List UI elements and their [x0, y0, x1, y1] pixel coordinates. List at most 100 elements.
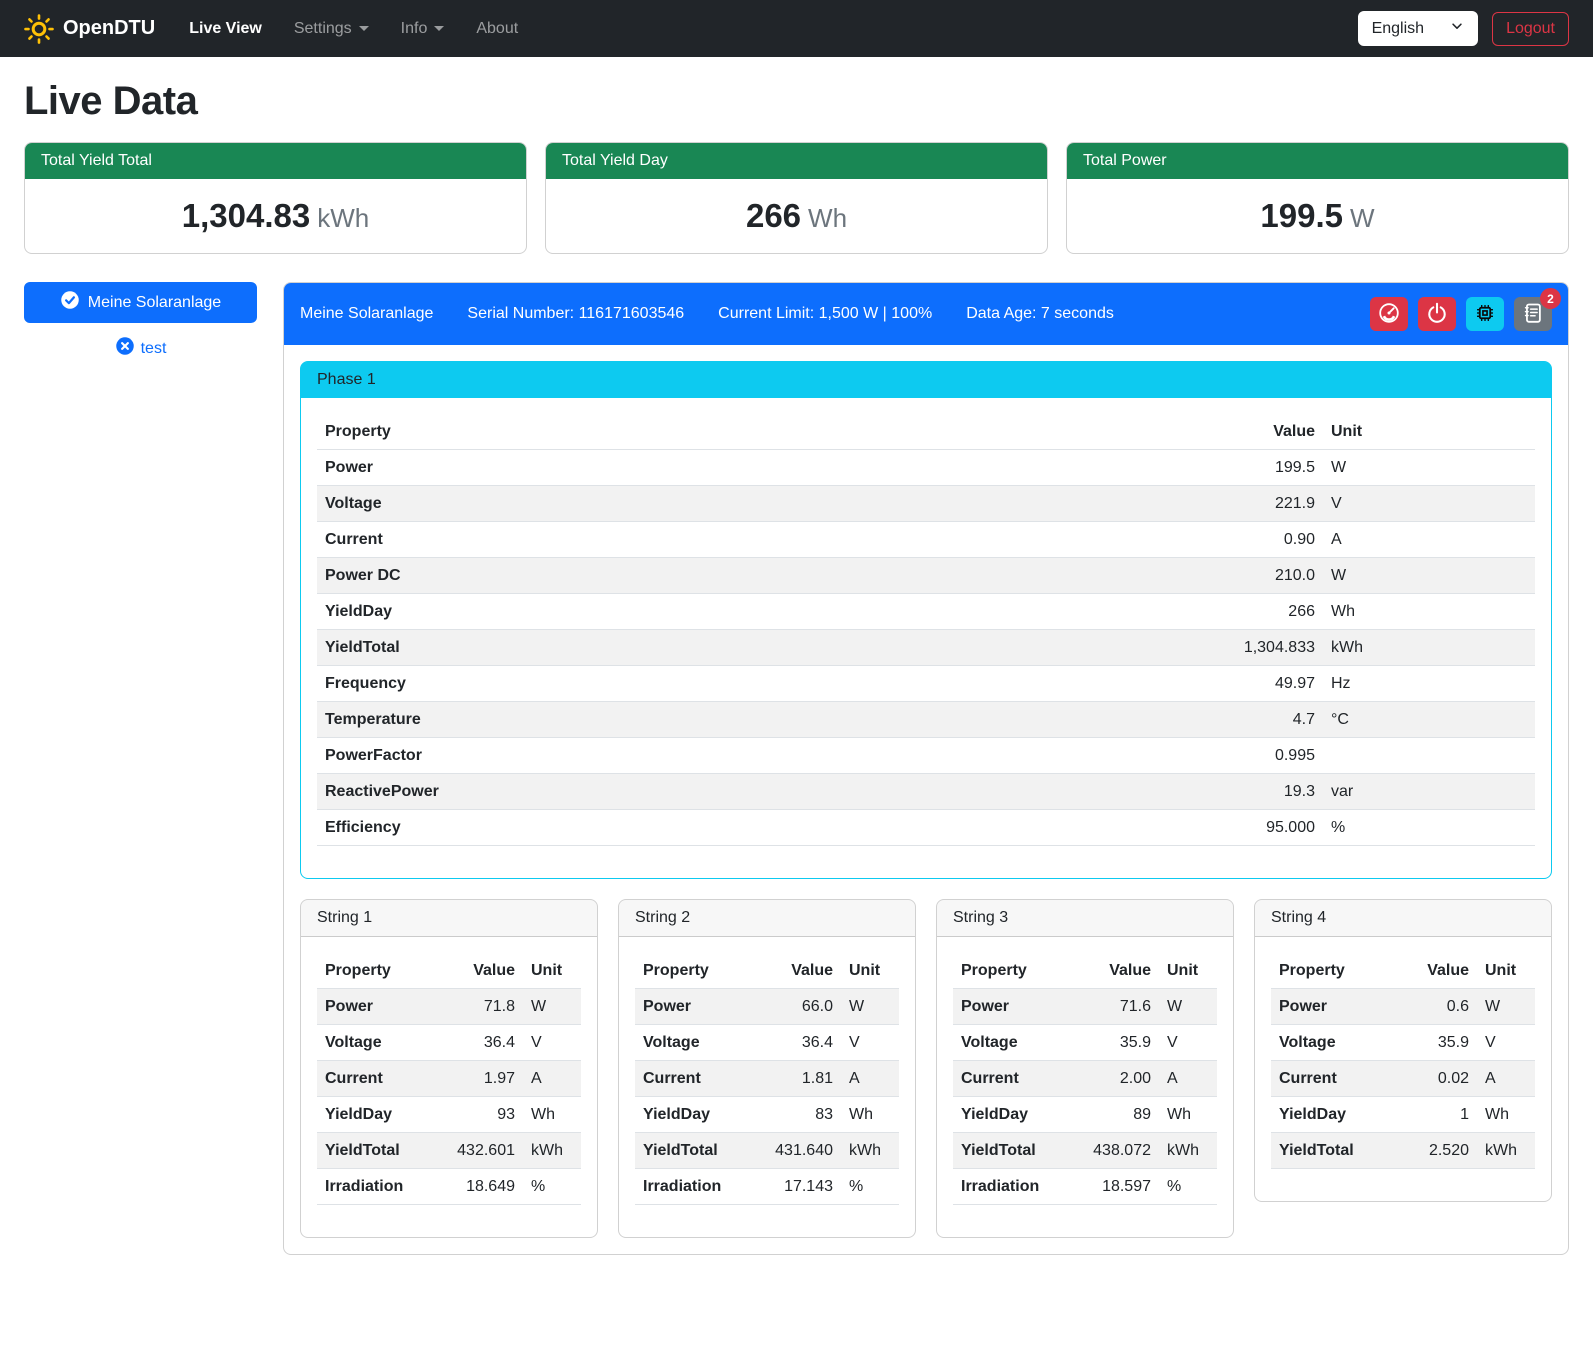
device-info-button[interactable]: [1466, 297, 1504, 331]
table-row: Power 71.6 W: [953, 989, 1217, 1025]
unit-cell: V: [841, 1025, 899, 1061]
table-row: YieldDay 1 Wh: [1271, 1097, 1535, 1133]
value-unit: Wh: [808, 203, 847, 233]
table-row: YieldDay 89 Wh: [953, 1097, 1217, 1133]
unit-cell: %: [1159, 1169, 1217, 1205]
column-value: Value: [1375, 953, 1477, 989]
unit-cell: Wh: [1477, 1097, 1535, 1133]
chevron-down-icon: [359, 26, 369, 31]
logout-button[interactable]: Logout: [1492, 12, 1569, 46]
table-row: Power 66.0 W: [635, 989, 899, 1025]
table-row: YieldTotal 438.072 kWh: [953, 1133, 1217, 1169]
string-card-title: String 1: [301, 900, 597, 937]
page-title: Live Data: [24, 79, 1569, 124]
column-unit: Unit: [1159, 953, 1217, 989]
column-property: Property: [1271, 953, 1375, 989]
inverter-name: Meine Solaranlage: [300, 305, 433, 323]
property-cell: YieldDay: [635, 1097, 739, 1133]
event-log-button[interactable]: 2: [1514, 297, 1552, 331]
table-row: Voltage 221.9 V: [317, 486, 1535, 522]
sidebar-item-test-inverter[interactable]: test: [24, 336, 257, 361]
property-cell: YieldTotal: [317, 1133, 421, 1169]
nav-item-info[interactable]: Info: [385, 12, 461, 46]
value-cell: 89: [1057, 1097, 1159, 1133]
property-cell: YieldDay: [953, 1097, 1057, 1133]
value-cell: 35.9: [1375, 1025, 1477, 1061]
unit-cell: %: [1323, 810, 1535, 846]
inverter-select-label: Meine Solaranlage: [88, 294, 221, 312]
unit-cell: [1323, 738, 1535, 774]
column-value: Value: [1213, 414, 1323, 450]
power-toggle-button[interactable]: [1418, 297, 1456, 331]
value-unit: W: [1350, 203, 1375, 233]
property-cell: Current: [317, 1061, 421, 1097]
property-cell: Current: [953, 1061, 1057, 1097]
property-cell: Current: [1271, 1061, 1375, 1097]
string-data-table: Property Value Unit Power: [635, 953, 899, 1205]
unit-cell: kWh: [841, 1133, 899, 1169]
value-cell: 199.5: [1213, 450, 1323, 486]
value-cell: 35.9: [1057, 1025, 1159, 1061]
navbar: OpenDTU Live View Settings Info About En…: [0, 0, 1593, 57]
nav-item-settings[interactable]: Settings: [278, 12, 385, 46]
column-unit: Unit: [1477, 953, 1535, 989]
column-unit: Unit: [523, 953, 581, 989]
inverter-select-button[interactable]: Meine Solaranlage: [24, 282, 257, 323]
property-cell: YieldDay: [317, 1097, 421, 1133]
language-select[interactable]: English: [1358, 11, 1478, 46]
property-cell: Voltage: [1271, 1025, 1375, 1061]
table-header-row: Property Value Unit: [317, 953, 581, 989]
card-value: 266Wh: [546, 179, 1047, 253]
unit-cell: W: [1477, 989, 1535, 1025]
nav-item-settings-label: Settings: [294, 20, 352, 38]
column-unit: Unit: [841, 953, 899, 989]
value-cell: 0.90: [1213, 522, 1323, 558]
nav-item-about[interactable]: About: [460, 12, 534, 46]
property-cell: Temperature: [317, 702, 1213, 738]
brand[interactable]: OpenDTU: [24, 14, 155, 44]
table-row: YieldTotal 1,304.833 kWh: [317, 630, 1535, 666]
string-card-body: Property Value Unit Power: [619, 937, 915, 1237]
value-cell: 36.4: [739, 1025, 841, 1061]
value-cell: 83: [739, 1097, 841, 1133]
limit-settings-button[interactable]: [1370, 297, 1408, 331]
value-number: 199.5: [1260, 197, 1343, 234]
table-row: ReactivePower 19.3 var: [317, 774, 1535, 810]
table-row: Temperature 4.7 °C: [317, 702, 1535, 738]
value-cell: 2.520: [1375, 1133, 1477, 1169]
property-cell: Voltage: [317, 486, 1213, 522]
table-row: Power DC 210.0 W: [317, 558, 1535, 594]
value-cell: 1: [1375, 1097, 1477, 1133]
value-cell: 71.6: [1057, 989, 1159, 1025]
string-card-title: String 4: [1255, 900, 1551, 937]
table-row: Current 1.97 A: [317, 1061, 581, 1097]
unit-cell: W: [1323, 558, 1535, 594]
value-cell: 19.3: [1213, 774, 1323, 810]
card-header: Total Power: [1067, 143, 1568, 179]
unit-cell: W: [1159, 989, 1217, 1025]
unit-cell: Wh: [1323, 594, 1535, 630]
value-cell: 95.000: [1213, 810, 1323, 846]
unit-cell: W: [1323, 450, 1535, 486]
value-cell: 66.0: [739, 989, 841, 1025]
value-number: 1,304.83: [182, 197, 310, 234]
property-cell: YieldDay: [1271, 1097, 1375, 1133]
column-property: Property: [953, 953, 1057, 989]
unit-cell: Wh: [841, 1097, 899, 1133]
unit-cell: V: [1477, 1025, 1535, 1061]
nav-item-live-view[interactable]: Live View: [173, 12, 278, 46]
serial-number: Serial Number: 116171603546: [467, 305, 684, 323]
table-row: Power 71.8 W: [317, 989, 581, 1025]
card-value: 199.5W: [1067, 179, 1568, 253]
table-row: Voltage 35.9 V: [1271, 1025, 1535, 1061]
value-cell: 266: [1213, 594, 1323, 630]
card-header: Total Yield Total: [25, 143, 526, 179]
value-cell: 1.97: [421, 1061, 523, 1097]
table-row: YieldTotal 431.640 kWh: [635, 1133, 899, 1169]
string-card-body: Property Value Unit Power: [1255, 937, 1551, 1201]
phase-data-table: Property Value Unit Power: [317, 414, 1535, 846]
property-cell: Current: [317, 522, 1213, 558]
property-cell: Power: [317, 450, 1213, 486]
string-card-title: String 2: [619, 900, 915, 937]
property-cell: Power: [953, 989, 1057, 1025]
